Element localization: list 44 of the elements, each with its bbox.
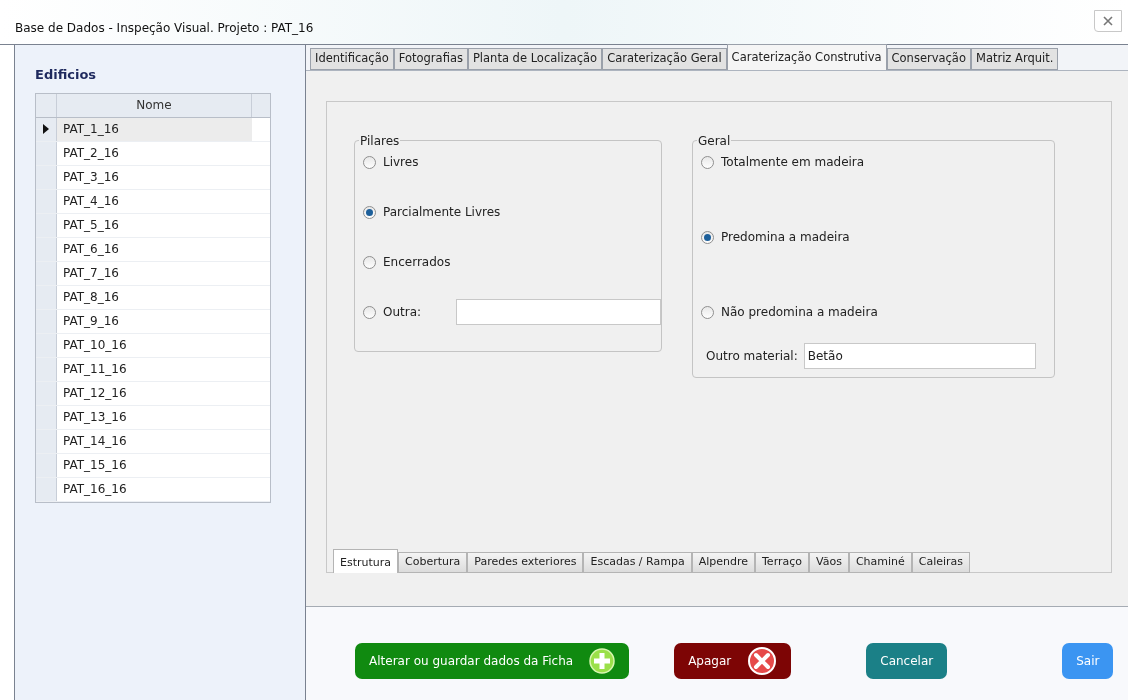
tab[interactable]: Caraterização Construtiva	[726, 44, 887, 70]
radio-button[interactable]	[363, 155, 376, 169]
action-button[interactable]: Alterar ou guardar dados da Ficha	[355, 642, 630, 679]
tab[interactable]: Identificação	[310, 48, 394, 70]
sub-tab[interactable]: Escadas / Rampa	[583, 552, 692, 573]
text-field[interactable]: Betão	[803, 343, 1036, 369]
close-icon	[1103, 16, 1113, 26]
sub-tab[interactable]: Chaminé	[848, 552, 912, 573]
tab[interactable]: Planta de Localização	[467, 48, 603, 70]
radio-button[interactable]	[363, 305, 376, 319]
tab[interactable]: Fotografias	[393, 48, 468, 70]
action-button[interactable]: Apagar	[674, 642, 792, 679]
radio-label[interactable]: Outra:	[383, 303, 422, 321]
tab[interactable]: Caraterização Geral	[602, 48, 727, 70]
sidebar-title: Edificios	[35, 66, 98, 84]
radio-button[interactable]	[701, 305, 714, 319]
sub-tab[interactable]: Terraço	[755, 552, 809, 573]
sub-tab[interactable]: Paredes exteriores	[467, 552, 584, 573]
radio-button[interactable]	[701, 155, 714, 169]
field-label: Outro material:	[706, 348, 798, 365]
sub-tab[interactable]: Alpendre	[691, 552, 755, 573]
table-row[interactable]: PAT_1_16	[57, 117, 252, 141]
row-header[interactable]	[36, 117, 57, 141]
sub-tab[interactable]: Vãos	[809, 552, 849, 573]
tab[interactable]: Matriz Arquit.	[970, 48, 1059, 70]
radio-label[interactable]: Parcialmente Livres	[383, 203, 501, 221]
window-title: Base de Dados - Inspeção Visual. Projeto : PAT_16	[15, 20, 314, 37]
radio-label[interactable]: Predomina a madeira	[721, 228, 850, 246]
close-icon	[747, 645, 778, 676]
sub-tab[interactable]: Caleiras	[911, 552, 971, 573]
radio-button[interactable]	[363, 205, 376, 219]
radio-label[interactable]: Encerrados	[383, 253, 451, 271]
close-button[interactable]	[1094, 10, 1122, 32]
radio-label[interactable]: Totalmente em madeira	[721, 153, 865, 171]
sub-tab[interactable]: Estrutura	[333, 549, 399, 573]
text-field[interactable]	[456, 299, 661, 325]
action-button[interactable]: Cancelar	[866, 642, 948, 679]
tab[interactable]: Conservação	[886, 48, 971, 70]
radio-label[interactable]: Livres	[383, 153, 419, 171]
radio-label[interactable]: Não predomina a madeira	[721, 303, 878, 321]
sub-tab[interactable]: Cobertura	[398, 552, 468, 573]
plus-icon	[589, 647, 616, 674]
radio-button[interactable]	[701, 230, 714, 244]
radio-button[interactable]	[363, 255, 376, 269]
